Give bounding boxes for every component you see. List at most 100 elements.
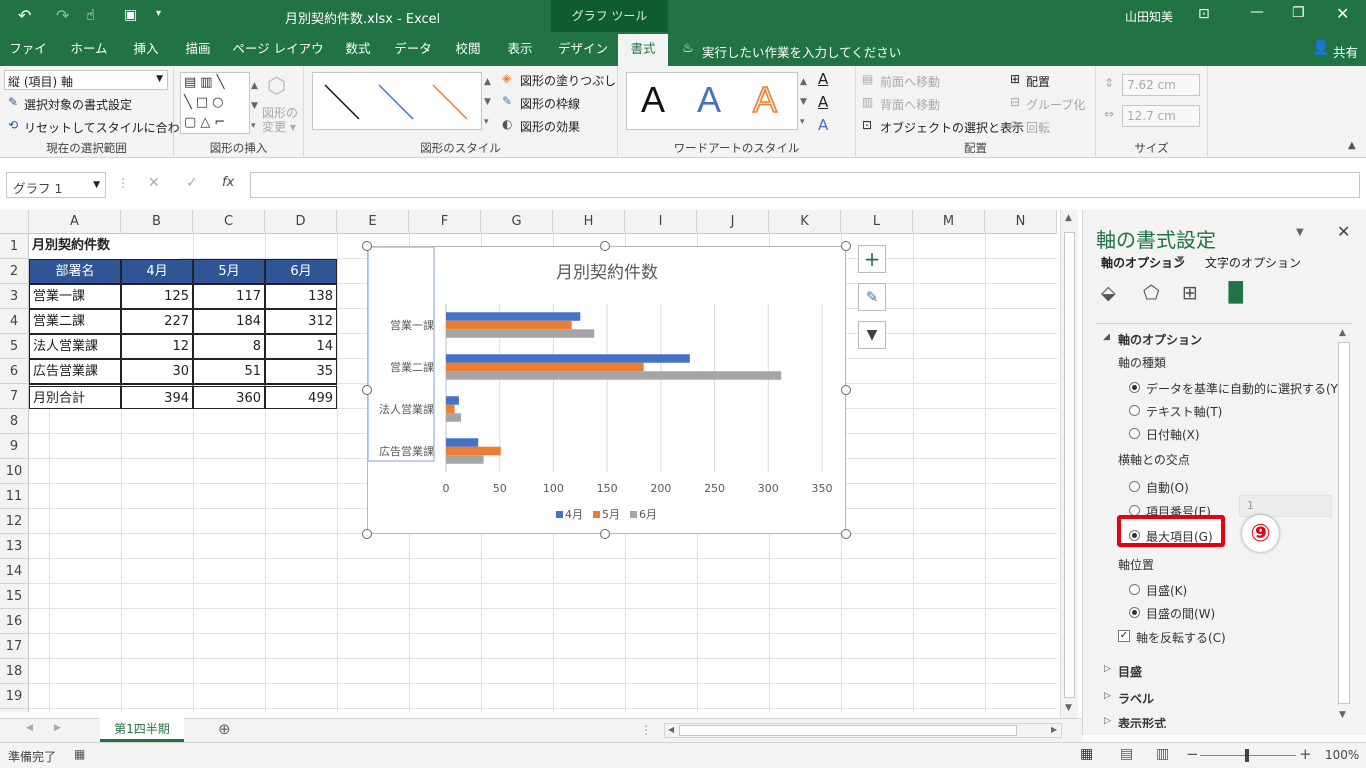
wordart-gallery[interactable]: A A A xyxy=(626,72,798,130)
collapse-ribbon-icon[interactable]: ▲ xyxy=(1348,140,1356,151)
column-header-g[interactable]: G xyxy=(481,210,553,234)
chart-elements-dropdown[interactable]: 縦 (項目) 軸 ▼ xyxy=(4,70,168,90)
format-selection-button[interactable]: 選択対象の書式設定 xyxy=(24,96,132,113)
scroll-down-icon[interactable]: ▼ xyxy=(1339,710,1346,720)
column-header-m[interactable]: M xyxy=(913,210,985,234)
zoom-level[interactable]: 100% xyxy=(1325,748,1359,762)
scroll-up-icon[interactable]: ▲ xyxy=(1065,213,1072,223)
radio-date-axis[interactable] xyxy=(1129,428,1140,439)
chart-handle[interactable] xyxy=(600,241,610,251)
prev-sheet-icon[interactable]: ◀ xyxy=(26,723,33,733)
section-labels[interactable]: ラベル xyxy=(1118,690,1154,707)
tab-home[interactable]: ホーム xyxy=(62,32,116,66)
pane-options-icon[interactable]: ▼ xyxy=(1296,227,1304,238)
radio-cross-auto[interactable] xyxy=(1129,481,1140,492)
minimize-icon[interactable]: — xyxy=(1250,4,1264,20)
label-date-axis[interactable]: 日付軸(X) xyxy=(1146,426,1200,443)
row-header[interactable]: 18 xyxy=(0,659,29,684)
tab-review[interactable]: 校閲 xyxy=(446,32,490,66)
row-header[interactable]: 3 xyxy=(0,284,29,309)
column-header-c[interactable]: C xyxy=(193,210,265,234)
close-icon[interactable]: ✕ xyxy=(1336,4,1349,23)
size-properties-icon[interactable]: ⊞ xyxy=(1182,282,1198,304)
zoom-out-icon[interactable]: − xyxy=(1186,745,1199,763)
touch-mode-icon[interactable]: ☝ xyxy=(86,6,95,24)
header-cell[interactable]: 5月 xyxy=(193,259,265,284)
total-cell[interactable]: 499 xyxy=(265,384,337,409)
bar-1-3[interactable] xyxy=(446,396,459,405)
column-header-a[interactable]: A xyxy=(29,210,121,234)
legend-label[interactable]: 6月 xyxy=(639,508,657,521)
label-cross-auto[interactable]: 自動(O) xyxy=(1146,479,1189,496)
shape-fill-button[interactable]: 図形の塗りつぶし xyxy=(520,72,616,89)
align-button[interactable]: 配置 xyxy=(1026,73,1050,90)
tab-design[interactable]: デザイン xyxy=(555,32,611,66)
table-cell[interactable]: 125 xyxy=(121,284,193,309)
bar-2-1[interactable] xyxy=(446,320,572,330)
radio-text-axis[interactable] xyxy=(1129,405,1140,416)
section-tick-marks[interactable]: 目盛 xyxy=(1118,663,1142,680)
row-header[interactable]: 17 xyxy=(0,634,29,659)
chart-handle[interactable] xyxy=(362,385,372,395)
normal-view-icon[interactable]: ▦ xyxy=(1080,746,1093,762)
tab-format[interactable]: 書式 xyxy=(618,32,668,66)
chart-title[interactable]: 月別契約件数 xyxy=(556,263,658,283)
tab-formulas[interactable]: 数式 xyxy=(336,32,380,66)
chart-styles-button[interactable]: ✎ xyxy=(858,283,886,311)
radio-cross-max[interactable] xyxy=(1129,530,1140,541)
table-cell[interactable]: 広告営業課 xyxy=(29,359,121,384)
row-header[interactable]: 20 xyxy=(0,709,29,712)
chart-handle[interactable] xyxy=(600,529,610,539)
tab-axis-options[interactable]: 軸のオプション xyxy=(1101,254,1185,271)
row-header[interactable]: 19 xyxy=(0,684,29,709)
tab-data[interactable]: データ xyxy=(388,32,438,66)
section-expand-icon[interactable]: ▷ xyxy=(1104,664,1111,674)
radio-auto[interactable] xyxy=(1129,382,1140,393)
redo-icon[interactable]: ↷ xyxy=(56,6,69,25)
table-cell[interactable]: 35 xyxy=(265,359,337,384)
tell-me-input[interactable]: 実行したい作業を入力してください xyxy=(702,42,901,61)
section-collapse-icon[interactable]: ◢ xyxy=(1103,332,1110,342)
table-cell[interactable]: 184 xyxy=(193,309,265,334)
formula-input[interactable] xyxy=(250,172,1360,198)
table-cell[interactable]: 51 xyxy=(193,359,265,384)
effects-icon[interactable]: ⬠ xyxy=(1143,282,1160,304)
chart-object[interactable]: 月別契約件数 営業一課 営業二課 法人営業課 広告営業課 0 50 100 150 200 25… xyxy=(367,246,846,534)
shape-styles-gallery[interactable] xyxy=(312,72,482,130)
row-header[interactable]: 16 xyxy=(0,609,29,634)
tab-axis-options-dropdown-icon[interactable]: ▼ xyxy=(1177,255,1184,265)
total-cell[interactable]: 月別合計 xyxy=(29,384,121,409)
radio-on-tick[interactable] xyxy=(1129,584,1140,595)
total-cell[interactable]: 360 xyxy=(193,384,265,409)
bar-3-1[interactable] xyxy=(446,329,595,338)
legend-label[interactable]: 4月 xyxy=(565,508,583,521)
radio-between-ticks[interactable] xyxy=(1129,607,1140,618)
bar-2-2[interactable] xyxy=(446,362,644,372)
row-header[interactable]: 15 xyxy=(0,584,29,609)
select-all-corner[interactable] xyxy=(0,210,29,234)
row-header[interactable]: 2 xyxy=(0,259,29,284)
section-number[interactable]: 表示形式 xyxy=(1118,715,1166,728)
column-header-i[interactable]: I xyxy=(625,210,697,234)
horizontal-scroll-thumb[interactable] xyxy=(679,725,1017,736)
table-cell[interactable]: 138 xyxy=(265,284,337,309)
row-header[interactable]: 6 xyxy=(0,359,29,384)
text-outline-icon[interactable]: A xyxy=(818,93,828,111)
table-cell[interactable]: 法人営業課 xyxy=(29,334,121,359)
zoom-slider-thumb[interactable] xyxy=(1245,749,1249,762)
chart-elements-button[interactable]: + xyxy=(858,245,886,273)
scroll-left-icon[interactable]: ◀ xyxy=(668,725,674,734)
row-header[interactable]: 7 xyxy=(0,384,29,409)
column-header-l[interactable]: L xyxy=(841,210,913,234)
add-sheet-icon[interactable]: ⊕ xyxy=(218,720,231,738)
restore-icon[interactable]: ❐ xyxy=(1292,5,1305,21)
column-header-h[interactable]: H xyxy=(553,210,625,234)
pane-close-icon[interactable]: ✕ xyxy=(1337,222,1350,241)
insert-function-icon[interactable]: fx xyxy=(222,175,234,190)
shape-outline-button[interactable]: 図形の枠線 xyxy=(520,95,580,112)
row-header[interactable]: 11 xyxy=(0,484,29,509)
bar-1-4[interactable] xyxy=(446,438,479,447)
chart-handle[interactable] xyxy=(841,385,851,395)
tab-insert[interactable]: 挿入 xyxy=(124,32,168,66)
chart-filters-button[interactable]: ▼ xyxy=(858,321,886,349)
